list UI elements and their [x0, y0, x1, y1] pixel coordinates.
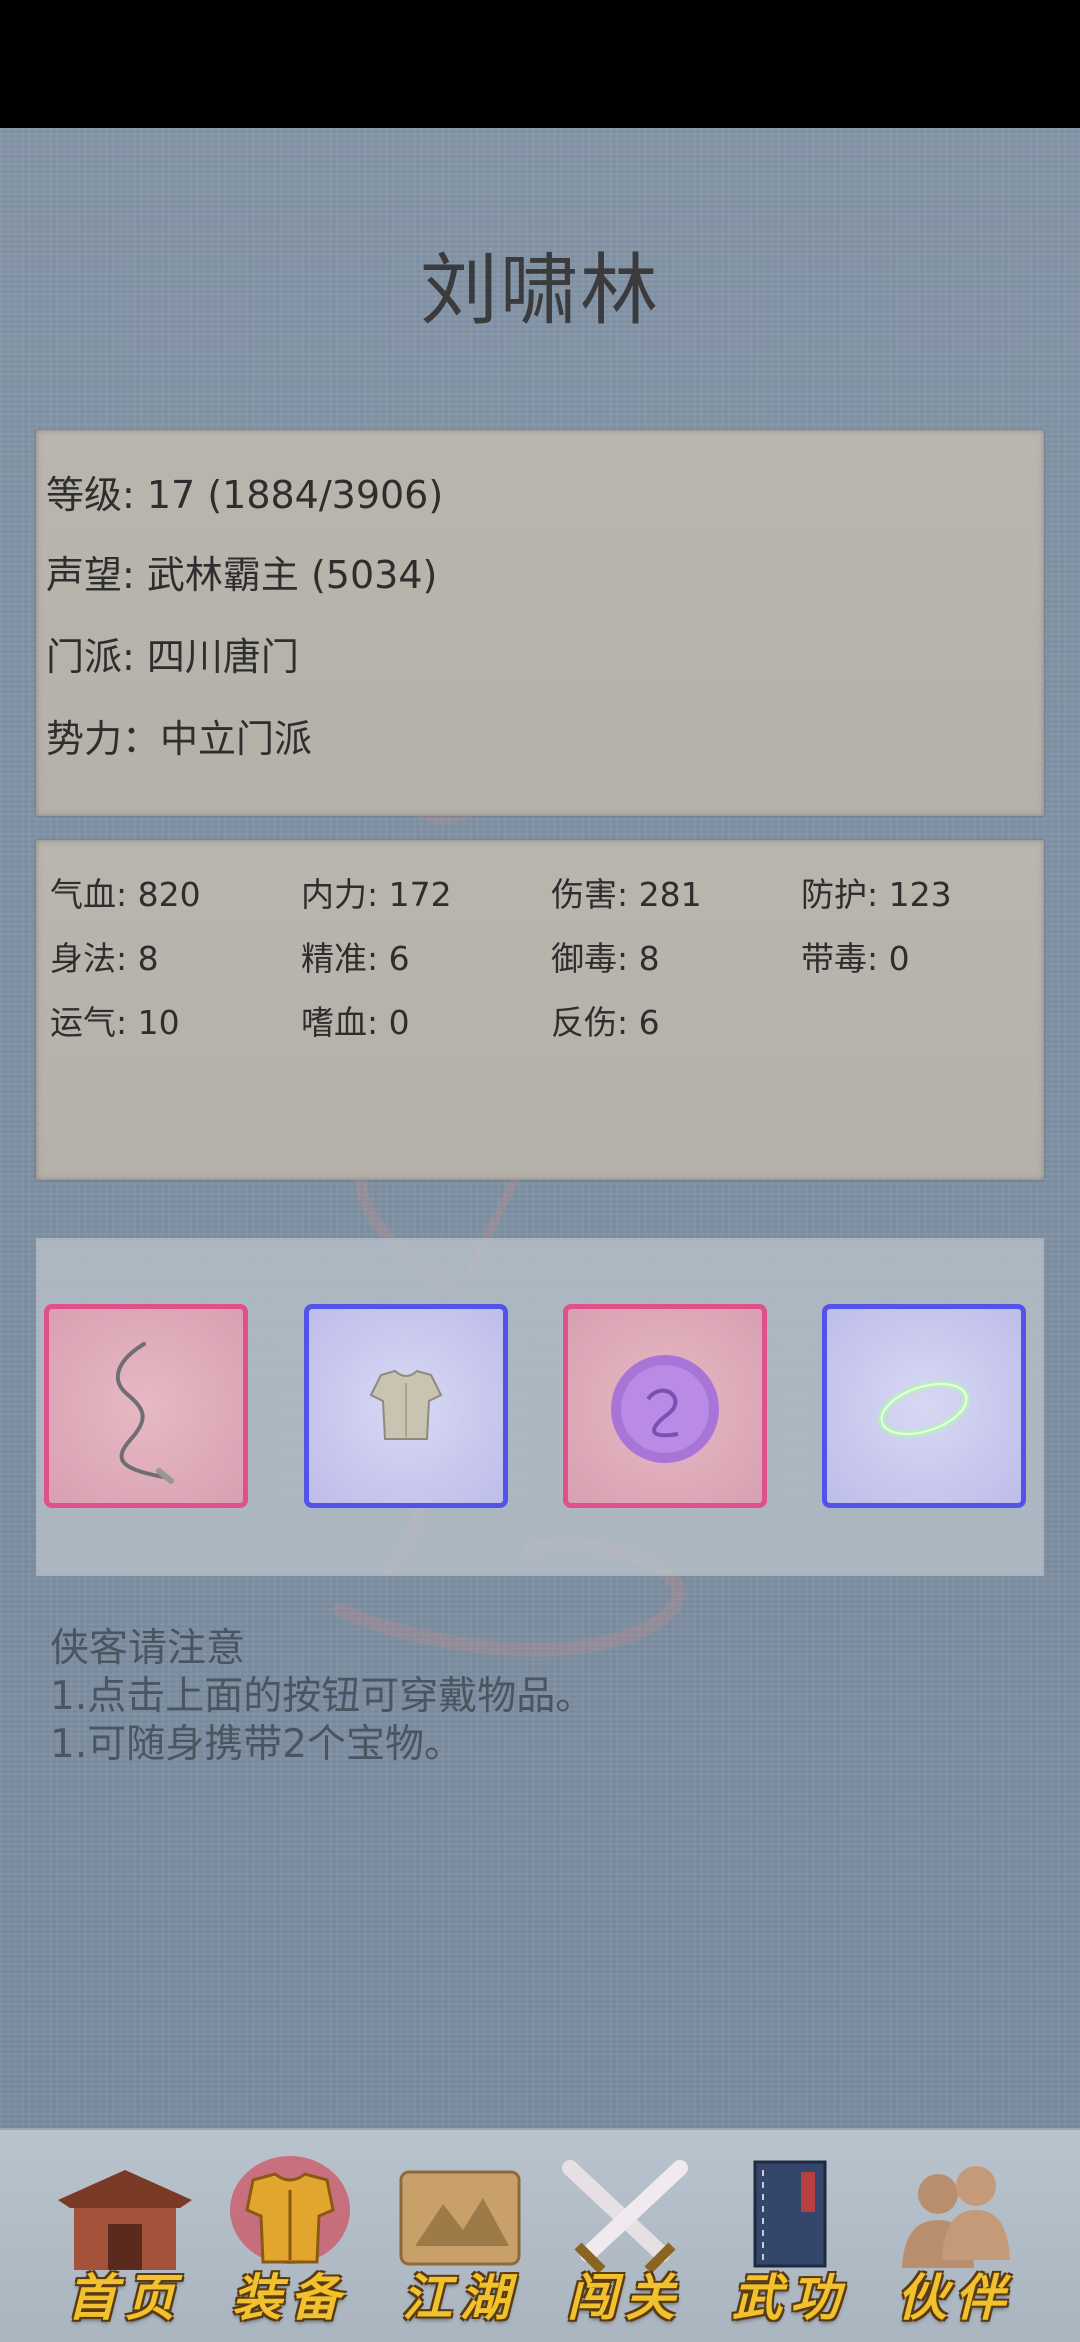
stat-inner-power: 内力: 172	[301, 875, 452, 914]
bottom-navigation-bar: 首页 装备 江湖 闯关 武功 伙伴	[0, 2128, 1080, 2342]
nav-jianghu[interactable]: 江湖	[385, 2150, 535, 2327]
nav-home-label: 首页	[67, 2268, 183, 2327]
faction-text: 势力：中立门派	[46, 717, 313, 761]
notice-heading: 侠客请注意	[50, 1626, 246, 1671]
stat-reflect: 反伤: 6	[551, 1003, 660, 1042]
notice-text-block: 侠客请注意 1.点击上面的按钮可穿戴物品。 1.可随身携带2个宝物。	[50, 1625, 594, 1769]
equipment-slot-1[interactable]	[44, 1304, 248, 1508]
stat-defense: 防护: 123	[801, 875, 952, 914]
nav-companions[interactable]: 伙伴	[880, 2150, 1030, 2327]
nav-martial-arts[interactable]: 武功	[715, 2150, 865, 2327]
level-text: 等级: 17 (1884/3906)	[46, 473, 444, 517]
notice-line-1: 1.点击上面的按钮可穿戴物品。	[50, 1674, 595, 1719]
nav-companions-label: 伙伴	[897, 2268, 1013, 2327]
stat-poison-resist: 御毒: 8	[551, 939, 660, 978]
nav-home[interactable]: 首页	[50, 2150, 200, 2327]
jade-ring-icon	[878, 1380, 970, 1438]
stat-poison: 带毒: 0	[801, 939, 910, 978]
equipment-slots-panel	[36, 1238, 1044, 1576]
character-name: 刘啸林	[419, 246, 660, 336]
stat-agility: 身法: 8	[50, 939, 159, 978]
stat-damage: 伤害: 281	[551, 875, 702, 914]
nav-challenge[interactable]: 闯关	[550, 2150, 700, 2327]
stat-luck: 运气: 10	[50, 1003, 180, 1042]
cloth-armor-icon	[369, 1369, 443, 1440]
stat-hp: 气血: 820	[50, 875, 201, 914]
equipment-slot-3[interactable]	[563, 1304, 767, 1508]
sect-text: 门派: 四川唐门	[46, 635, 299, 679]
nav-martial-arts-label: 武功	[732, 2268, 848, 2327]
whip-icon	[115, 1342, 174, 1484]
character-info-panel: 等级: 17 (1884/3906) 声望: 武林霸主 (5034) 门派: 四…	[36, 430, 1044, 816]
equipment-slot-2[interactable]	[304, 1304, 508, 1508]
reputation-text: 声望: 武林霸主 (5034)	[46, 553, 438, 597]
nav-equipment-label: 装备	[232, 2268, 348, 2327]
notice-line-2: 1.可随身携带2个宝物。	[50, 1722, 464, 1767]
status-bar	[0, 0, 1080, 128]
stat-lifesteal: 嗜血: 0	[301, 1003, 410, 1042]
nav-challenge-label: 闯关	[567, 2268, 683, 2327]
equipment-slot-4[interactable]	[822, 1304, 1026, 1508]
nav-equipment[interactable]: 装备	[215, 2150, 365, 2327]
stat-accuracy: 精准: 6	[301, 939, 410, 978]
attributes-panel: 气血: 820 内力: 172 伤害: 281 防护: 123 身法: 8 精准…	[36, 840, 1044, 1180]
purple-gem-icon	[611, 1355, 719, 1463]
nav-jianghu-label: 江湖	[402, 2268, 518, 2327]
